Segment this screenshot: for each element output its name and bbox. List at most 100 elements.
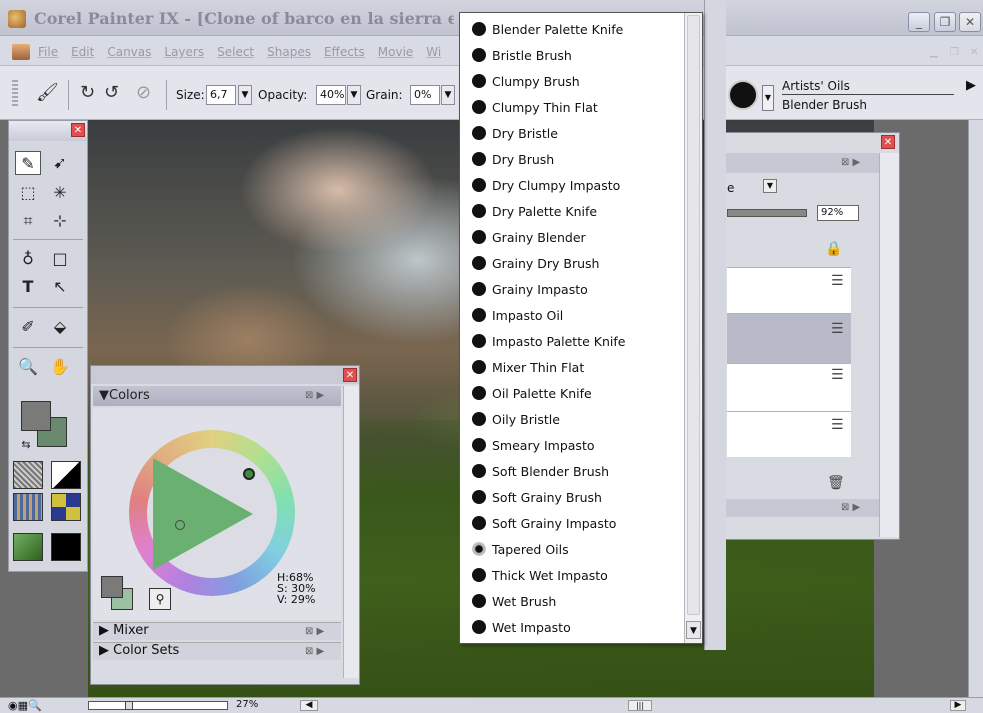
scroll-down-icon[interactable]: ▼: [686, 621, 701, 639]
gradient-selector[interactable]: [51, 461, 81, 489]
brush-selector-menu-icon[interactable]: ▶: [966, 78, 976, 93]
composite-method-value[interactable]: e: [727, 181, 734, 195]
look-selector[interactable]: [51, 533, 81, 561]
panel-options-icon[interactable]: ⊠ ▶: [841, 502, 860, 513]
panel-options-icon[interactable]: ⊠ ▶: [305, 626, 324, 637]
menu-file[interactable]: File: [38, 45, 58, 59]
pen-icon[interactable]: ♁: [15, 247, 41, 271]
colors-close-icon[interactable]: ✕: [343, 368, 357, 382]
crop-icon[interactable]: ⌗: [15, 209, 41, 233]
brush-variant-dropdown[interactable]: Blender Palette Knife Bristle Brush Clumpy…: [459, 12, 703, 644]
pattern-selector[interactable]: [13, 493, 43, 521]
rect-select-icon[interactable]: ⬚: [15, 181, 41, 205]
dropper-icon[interactable]: ✐: [15, 315, 41, 339]
menu-edit[interactable]: Edit: [71, 45, 94, 59]
grabber-icon[interactable]: ✋: [47, 355, 73, 379]
magnifier-icon[interactable]: 🔍: [15, 355, 41, 379]
brush-variant-item[interactable]: Thick Wet Impasto: [462, 563, 682, 589]
hue-indicator[interactable]: [243, 468, 255, 480]
brush-variant-item[interactable]: Grainy Dry Brush: [462, 251, 682, 277]
menu-layers[interactable]: Layers: [164, 45, 204, 59]
colors-panel-header[interactable]: ▼Colors ⊠ ▶: [93, 386, 341, 406]
doc-close-icon[interactable]: ✕: [970, 47, 983, 59]
grain-dropdown-icon[interactable]: ▼: [441, 85, 455, 105]
expand-arrow-icon[interactable]: ▶: [99, 623, 109, 638]
brush-variant-item[interactable]: Impasto Oil: [462, 303, 682, 329]
color-sets-panel-header[interactable]: ▶ Color Sets ⊠ ▶: [93, 642, 341, 660]
panel-options-icon[interactable]: ⊠ ▶: [305, 646, 324, 657]
doc-restore-icon[interactable]: ❐: [950, 47, 964, 59]
brush-variant-item[interactable]: Dry Palette Knife: [462, 199, 682, 225]
brush-variant[interactable]: Blender Brush: [782, 98, 954, 112]
menu-window[interactable]: Wi: [426, 45, 441, 59]
brush-variant-item[interactable]: Oil Palette Knife: [462, 381, 682, 407]
zoom-slider[interactable]: [88, 701, 228, 710]
collapse-arrow-icon[interactable]: ▼: [99, 388, 109, 403]
opacity-slider[interactable]: [727, 209, 807, 217]
colors-scrollbar[interactable]: [343, 386, 359, 678]
horizontal-scroll-thumb[interactable]: |||: [628, 700, 652, 711]
size-field[interactable]: 6,7: [206, 85, 236, 105]
restore-button[interactable]: ❐: [934, 12, 956, 32]
panel-options-icon[interactable]: ⊠ ▶: [305, 390, 324, 401]
rectangle-shape-icon[interactable]: □: [47, 247, 73, 271]
brush-variant-item[interactable]: Clumpy Thin Flat: [462, 95, 682, 121]
size-dropdown-icon[interactable]: ▼: [238, 85, 252, 105]
brush-list-scrollbar[interactable]: ▼: [684, 13, 702, 643]
painter-app-icon[interactable]: [8, 10, 26, 28]
brush-variant-item[interactable]: Dry Clumpy Impasto: [462, 173, 682, 199]
toolbox-close-icon[interactable]: ✕: [71, 123, 85, 137]
brush-variant-item[interactable]: Grainy Impasto: [462, 277, 682, 303]
main-color-swatch[interactable]: [101, 576, 123, 598]
trash-icon[interactable]: 🗑: [827, 475, 845, 491]
panel-options-icon[interactable]: ⊠ ▶: [841, 157, 860, 168]
saturation-value-triangle[interactable]: [153, 458, 253, 570]
grain-field[interactable]: 0%: [410, 85, 440, 105]
opacity-field[interactable]: 40%: [316, 85, 346, 105]
sv-indicator[interactable]: [175, 520, 185, 530]
straight-line-icon[interactable]: ↺: [104, 82, 119, 103]
scroll-left-icon[interactable]: ◀: [300, 700, 318, 711]
minimize-button[interactable]: _: [908, 12, 930, 32]
layer-adjuster-icon[interactable]: ➹: [47, 151, 73, 175]
menu-canvas[interactable]: Canvas: [107, 45, 151, 59]
weaving-selector[interactable]: [51, 493, 81, 521]
brush-dab-dropdown-icon[interactable]: ▼: [762, 85, 774, 111]
brush-variant-item[interactable]: Dry Brush: [462, 147, 682, 173]
mixer-panel-header[interactable]: ▶ Mixer ⊠ ▶: [93, 622, 341, 640]
brush-variant-item[interactable]: Impasto Palette Knife: [462, 329, 682, 355]
main-color-swatch[interactable]: [21, 401, 51, 431]
brush-variant-item[interactable]: Tapered Oils: [462, 537, 682, 563]
brush-variant-item[interactable]: Soft Grainy Impasto: [462, 511, 682, 537]
composite-dropdown-icon[interactable]: ▼: [763, 179, 777, 193]
magic-wand-icon[interactable]: ✳: [47, 181, 73, 205]
toolbox-titlebar[interactable]: ✕: [9, 121, 87, 141]
brush-icon[interactable]: ✎: [15, 151, 41, 175]
view-mode-icons[interactable]: ◉▦🔍: [8, 699, 42, 712]
menu-effects[interactable]: Effects: [324, 45, 365, 59]
expand-arrow-icon[interactable]: ▶: [99, 643, 109, 658]
brush-variant-item[interactable]: Blender Palette Knife: [462, 17, 682, 43]
colors-panel-titlebar[interactable]: ✕: [91, 366, 359, 384]
zoom-slider-thumb[interactable]: [124, 701, 133, 710]
brush-variant-item[interactable]: Mixer Thin Flat: [462, 355, 682, 381]
brush-variant-item[interactable]: Soft Grainy Brush: [462, 485, 682, 511]
layers-close-icon[interactable]: ✕: [881, 135, 895, 149]
next-panel-header[interactable]: ⊠ ▶: [723, 499, 879, 517]
reset-tool-icon[interactable]: ⊘: [136, 82, 151, 103]
brush-variant-item[interactable]: Grainy Blender: [462, 225, 682, 251]
lock-icon[interactable]: 🔒: [825, 241, 842, 257]
shape-selection-icon[interactable]: ↖: [47, 275, 73, 299]
menu-select[interactable]: Select: [217, 45, 254, 59]
layers-scrollbar[interactable]: [879, 153, 899, 537]
text-icon[interactable]: T: [15, 275, 41, 299]
nozzle-selector[interactable]: [13, 533, 43, 561]
brush-variant-item[interactable]: Bristle Brush: [462, 43, 682, 69]
brush-dab-icon[interactable]: [728, 80, 758, 110]
document-icon[interactable]: [12, 44, 30, 60]
menu-movie[interactable]: Movie: [378, 45, 414, 59]
brush-variant-item[interactable]: Oily Bristle: [462, 407, 682, 433]
layer-opacity-field[interactable]: 92%: [817, 205, 859, 221]
layers-panel-header[interactable]: ⊠ ▶: [723, 153, 879, 173]
paper-selector[interactable]: [13, 461, 43, 489]
